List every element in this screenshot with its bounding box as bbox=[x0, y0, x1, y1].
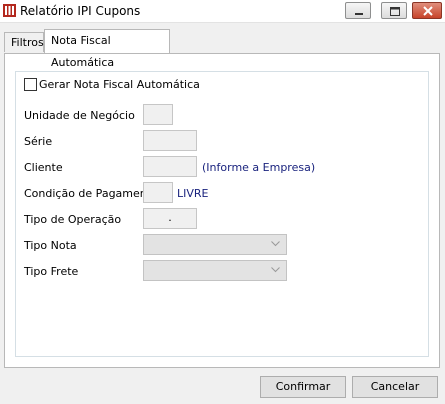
window-title: Relatório IPI Cupons bbox=[20, 4, 141, 18]
unidade-input[interactable] bbox=[143, 104, 173, 125]
confirm-button[interactable]: Confirmar bbox=[260, 376, 346, 398]
minimize-button[interactable] bbox=[345, 2, 371, 19]
title-bar: Relatório IPI Cupons bbox=[0, 0, 445, 23]
maximize-icon bbox=[390, 7, 400, 16]
minimize-icon bbox=[355, 13, 363, 15]
tab-panel bbox=[4, 53, 440, 368]
auto-nf-checkbox[interactable] bbox=[24, 78, 37, 91]
tipo-frete-label: Tipo Frete bbox=[24, 265, 79, 278]
cancel-button[interactable]: Cancelar bbox=[352, 376, 438, 398]
tipo-operacao-label: Tipo de Operação bbox=[24, 213, 122, 226]
cliente-hint: (Informe a Empresa) bbox=[202, 161, 316, 174]
condicao-input[interactable] bbox=[143, 182, 173, 203]
condicao-value: LIVRE bbox=[177, 187, 209, 200]
unidade-label: Unidade de Negócio bbox=[24, 109, 135, 122]
cliente-label: Cliente bbox=[24, 161, 63, 174]
tipo-nota-label: Tipo Nota bbox=[24, 239, 77, 252]
close-button[interactable] bbox=[412, 2, 442, 19]
condicao-label: Condição de Pagamento bbox=[24, 187, 158, 200]
tab-strip: Filtros Nota Fiscal Automática bbox=[0, 28, 445, 69]
tab-filtros[interactable]: Filtros bbox=[4, 32, 44, 52]
close-icon bbox=[423, 6, 433, 16]
app-logo-icon bbox=[3, 4, 16, 17]
tab-nota-fiscal-automatica[interactable]: Nota Fiscal Automática bbox=[44, 29, 170, 69]
chevron-down-icon bbox=[271, 267, 280, 273]
serie-label: Série bbox=[24, 135, 53, 148]
serie-input[interactable] bbox=[143, 130, 197, 151]
tipo-frete-select[interactable] bbox=[143, 260, 287, 281]
cliente-input[interactable] bbox=[143, 156, 197, 177]
tipo-operacao-input[interactable]: . bbox=[143, 208, 197, 229]
chevron-down-icon bbox=[271, 241, 280, 247]
maximize-button[interactable] bbox=[381, 2, 407, 19]
auto-nf-label: Gerar Nota Fiscal Automática bbox=[39, 78, 200, 91]
tipo-nota-select[interactable] bbox=[143, 234, 287, 255]
